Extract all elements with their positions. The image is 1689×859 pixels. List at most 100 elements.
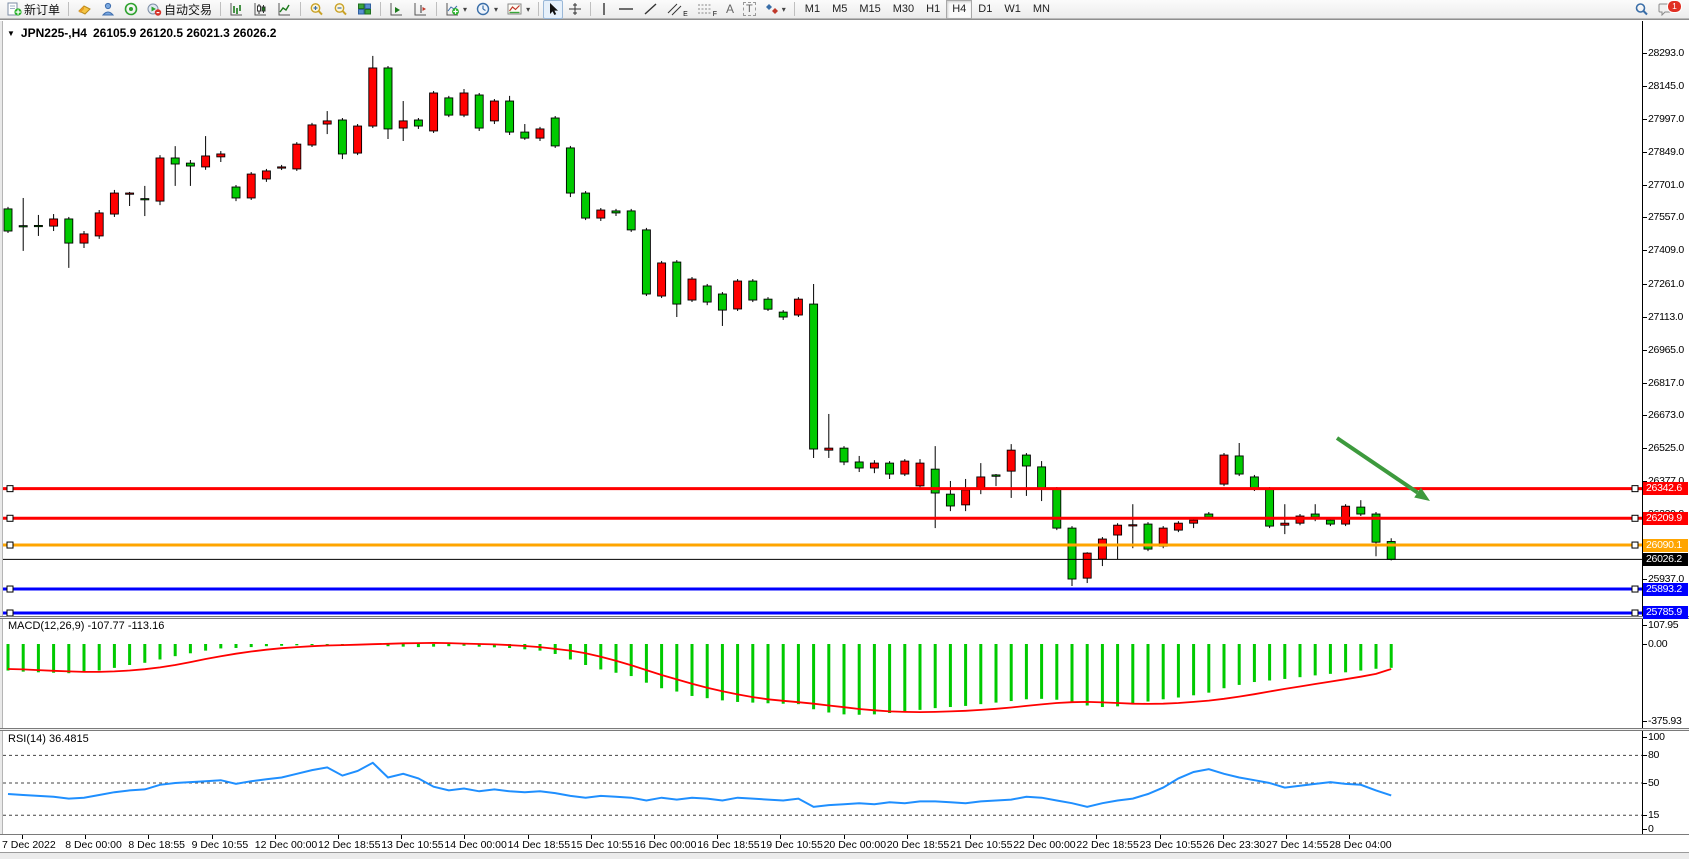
macd-axis[interactable]: 107.950.00-375.93 [1643,619,1689,728]
toolbar-separator [538,2,539,16]
line-handle[interactable] [1632,486,1638,492]
vertical-line-tool-button[interactable] [595,0,613,19]
market-watch-button[interactable] [73,0,96,19]
equidistant-channel-icon [667,2,683,16]
macd-pane[interactable] [3,619,1642,728]
text-tool-button[interactable]: A [722,0,738,19]
arrows-tool-button[interactable]: ▾ [761,0,790,19]
templates-button[interactable]: ▾ [503,0,534,19]
zoom-out-button[interactable] [329,0,352,19]
candle-body [612,211,620,213]
periods-button[interactable]: ▾ [472,0,502,19]
timeframe-m5-button[interactable]: M5 [826,0,853,19]
candle-body [642,230,650,294]
autotrading-button[interactable]: 自动交易 [143,0,216,19]
price-tick-mark [1643,152,1647,153]
candle-body [718,294,726,310]
navigator-button[interactable] [120,0,142,19]
line-handle[interactable] [7,586,13,592]
candle-body [141,199,149,200]
channel-e-label: E [683,11,688,18]
bar-chart-button[interactable] [225,0,248,19]
candle-chart-button[interactable] [249,0,272,19]
rsi-axis[interactable]: 1008050150 [1643,731,1689,834]
candle-body [95,213,103,236]
price-chart-pane[interactable] [3,21,1642,616]
chevron-down-icon[interactable]: ▾ [463,5,467,14]
line-handle[interactable] [7,542,13,548]
tile-windows-icon [357,2,372,16]
line-chart-button[interactable] [273,0,296,19]
line-handle[interactable] [7,515,13,521]
symbol-collapse-icon[interactable]: ▼ [7,29,15,38]
new-order-button[interactable]: 新订单 [3,0,64,19]
macd-tick-label: 107.95 [1648,619,1678,631]
fibonacci-tool-button[interactable]: F [693,0,721,19]
time-axis[interactable]: 7 Dec 20228 Dec 00:008 Dec 18:559 Dec 10… [0,835,1689,852]
timeframe-m30-button[interactable]: M30 [887,0,920,19]
horizontal-line-26209.9[interactable] [3,515,1642,521]
timeframe-mn-button[interactable]: MN [1027,0,1056,19]
candle-body [703,286,711,302]
price-tick-mark [1643,383,1647,384]
line-handle[interactable] [1632,515,1638,521]
timeframe-m1-button[interactable]: M1 [799,0,826,19]
candle-body [1190,520,1198,523]
candle-body [1083,553,1091,578]
line-handle[interactable] [1632,542,1638,548]
line-handle[interactable] [1632,586,1638,592]
price-line-badge: 26090.1 [1643,539,1688,552]
horizontal-line-26342.6[interactable] [3,486,1642,492]
navigator-icon [124,2,138,16]
candle-body [1022,455,1030,466]
channel-tool-button[interactable]: E [663,0,692,19]
pane-splitter[interactable] [0,728,1689,731]
timeframe-w1-button[interactable]: W1 [998,0,1027,19]
crosshair-tool-button[interactable] [564,0,586,19]
indicators-button[interactable]: ▾ [441,0,471,19]
line-handle[interactable] [7,486,13,492]
timeframe-h1-button[interactable]: H1 [920,0,946,19]
candle-body [80,234,88,243]
timeframe-m15-button[interactable]: M15 [853,0,886,19]
rsi-pane[interactable] [3,731,1642,834]
rsi-tick-mark [1643,815,1647,816]
time-tick-label: 20 Dec 00:00 [824,839,886,851]
text-label-tool-button[interactable]: T [739,0,760,19]
time-tick-label: 14 Dec 00:00 [444,839,506,851]
candle-body [901,461,909,474]
chevron-down-icon[interactable]: ▾ [494,5,498,14]
timeframe-d1-button[interactable]: D1 [972,0,998,19]
fibonacci-icon [697,2,713,16]
notifications-button[interactable]: 1 [1654,0,1678,19]
chevron-down-icon[interactable]: ▾ [526,5,530,14]
horizontal-line-tool-button[interactable] [614,0,638,19]
candle-body [1007,450,1015,471]
rsi-tick-label: 100 [1648,731,1665,743]
price-line-badge: 26342.6 [1643,482,1688,495]
price-tick-label: 27261.0 [1648,278,1684,290]
zoom-in-button[interactable] [305,0,328,19]
candle-body [50,219,58,226]
down-arrow-object[interactable] [1337,438,1430,501]
cursor-tool-button[interactable] [543,0,563,19]
chart-shift-button[interactable] [409,0,432,19]
auto-scroll-button[interactable] [385,0,408,19]
toolbar-separator [220,2,221,16]
pane-splitter[interactable] [0,616,1689,619]
search-button[interactable] [1630,0,1653,19]
horizontal-line-25893.2[interactable] [3,586,1642,592]
rsi-tick-mark [1643,737,1647,738]
trendline-tool-button[interactable] [639,0,662,19]
candle-body [734,281,742,309]
trendline-icon [643,2,658,16]
price-axis[interactable]: 28293.028145.027997.027849.027701.027557… [1643,21,1689,616]
chevron-down-icon[interactable]: ▾ [782,5,786,14]
arrow-shaft[interactable] [1337,438,1418,493]
price-line-badge: 25785.9 [1643,606,1688,619]
time-tick-label: 28 Dec 04:00 [1329,839,1391,851]
tile-windows-button[interactable] [353,0,376,19]
data-window-button[interactable] [97,0,119,19]
timeframe-h4-button[interactable]: H4 [946,0,972,19]
horizontal-line-26090.1[interactable] [3,542,1642,548]
